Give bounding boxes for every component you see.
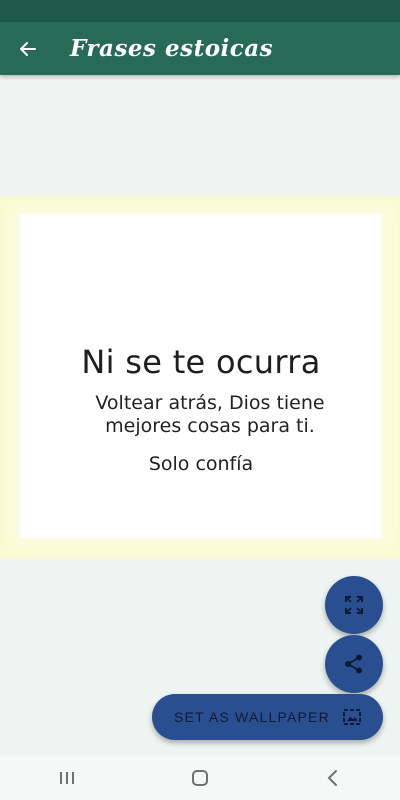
recents-button[interactable] (37, 756, 97, 800)
fullscreen-icon (345, 596, 363, 614)
quote-sign: Solo confía (148, 453, 254, 475)
app-title: Frases estoicas (70, 35, 274, 62)
share-icon (345, 654, 362, 674)
quote-heading: Ni se te ocurra (81, 343, 321, 381)
recents-icon (59, 772, 74, 784)
wallpaper-icon (342, 709, 361, 725)
status-bar (0, 0, 400, 22)
app-bar: Frases estoicas (0, 22, 400, 75)
system-nav-bar (0, 756, 400, 800)
quote-card: Ni se te ocurra Voltear atrás, Dios tien… (20, 214, 382, 538)
nav-back-button[interactable] (303, 756, 363, 800)
home-button[interactable] (170, 756, 230, 800)
quote-image: Ni se te ocurra Voltear atrás, Dios tien… (0, 196, 400, 558)
set-wallpaper-label: SET AS WALLPAPER (174, 709, 330, 725)
home-icon (191, 770, 208, 786)
quote-body: Voltear atrás, Dios tiene mejores cosas … (95, 392, 325, 437)
fullscreen-button[interactable] (325, 576, 383, 634)
back-icon (327, 770, 338, 786)
share-button[interactable] (325, 635, 383, 693)
arrow-left-icon (20, 41, 36, 56)
back-button[interactable] (0, 22, 56, 75)
set-wallpaper-button[interactable]: SET AS WALLPAPER (152, 694, 383, 740)
